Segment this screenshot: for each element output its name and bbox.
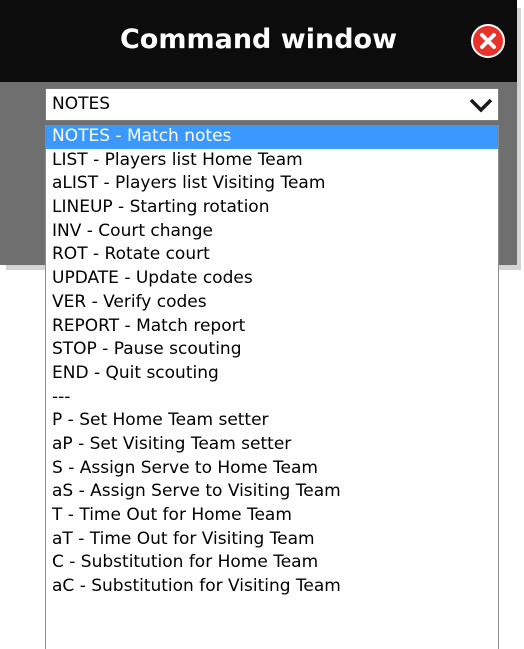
dropdown-option[interactable]: LINEUP - Starting rotation	[46, 196, 498, 220]
dropdown-option[interactable]: UPDATE - Update codes	[46, 267, 498, 291]
dropdown-option[interactable]: aP - Set Visiting Team setter	[46, 433, 498, 457]
dropdown-option[interactable]: T - Time Out for Home Team	[46, 504, 498, 528]
dropdown-option[interactable]: aT - Time Out for Visiting Team	[46, 528, 498, 552]
command-select-value: NOTES	[52, 94, 111, 114]
dropdown-option[interactable]: aLIST - Players list Visiting Team	[46, 172, 498, 196]
window-shadow	[517, 8, 521, 270]
dropdown-option[interactable]: NOTES - Match notes	[46, 125, 498, 149]
dropdown-option[interactable]: STOP - Pause scouting	[46, 338, 498, 362]
dropdown-option[interactable]: P - Set Home Team setter	[46, 409, 498, 433]
close-circle-icon	[480, 33, 496, 49]
command-dropdown-list: NOTES - Match notes LIST - Players list …	[45, 125, 499, 649]
window-titlebar[interactable]: Command window	[0, 0, 517, 82]
window-title: Command window	[119, 24, 398, 55]
dropdown-option[interactable]: END - Quit scouting	[46, 362, 498, 386]
command-select[interactable]: NOTES	[45, 88, 499, 121]
dropdown-option[interactable]: C - Substitution for Home Team	[46, 551, 498, 575]
dropdown-option[interactable]: S - Assign Serve to Home Team	[46, 457, 498, 481]
dropdown-option[interactable]: ROT - Rotate court	[46, 243, 498, 267]
dropdown-option[interactable]: INV - Court change	[46, 220, 498, 244]
dropdown-option[interactable]: aC - Substitution for Visiting Team	[46, 575, 498, 599]
close-button[interactable]	[471, 24, 505, 58]
dropdown-option[interactable]: VER - Verify codes	[46, 291, 498, 315]
chevron-down-icon[interactable]	[468, 95, 494, 115]
dropdown-separator[interactable]: ---	[46, 386, 498, 410]
dropdown-option[interactable]: REPORT - Match report	[46, 315, 498, 339]
dropdown-option[interactable]: LIST - Players list Home Team	[46, 149, 498, 173]
dropdown-option[interactable]: aS - Assign Serve to Visiting Team	[46, 480, 498, 504]
